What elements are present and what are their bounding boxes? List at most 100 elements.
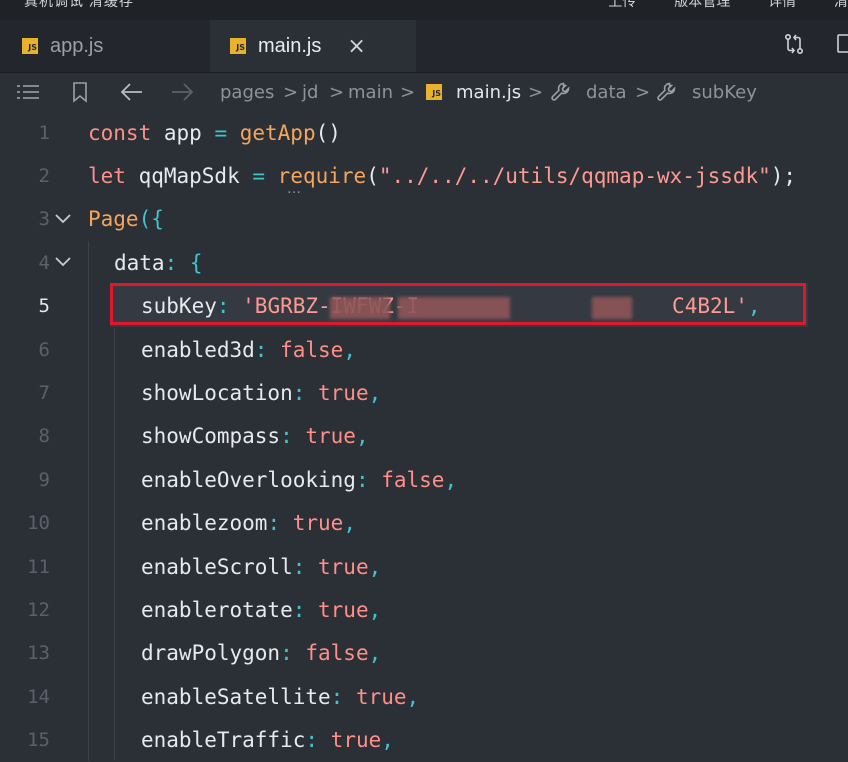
breadcrumb-separator: >: [283, 81, 299, 103]
line-number: 12: [27, 599, 50, 622]
code-line[interactable]: 15 enableTraffic: true,: [0, 719, 848, 762]
code-token: ,: [381, 728, 394, 753]
code-text: enablerotate: true,: [141, 598, 381, 622]
code-token: enablezoom: [141, 511, 268, 536]
code-token: :: [280, 424, 306, 449]
chevron-down-icon[interactable]: [54, 206, 72, 230]
window-titlebar: 真机调试 清缓存 上传 版本管理 详情 清: [0, 0, 848, 20]
code-line[interactable]: 8 showCompass: true,: [0, 415, 848, 458]
code-line[interactable]: 12 enablerotate: true,: [0, 588, 848, 631]
breadcrumb-item-data[interactable]: data: [586, 73, 627, 111]
line-number: 10: [27, 512, 50, 535]
list-icon[interactable]: [16, 73, 40, 111]
code-token: Page: [88, 207, 139, 232]
clear-menu[interactable]: 清: [834, 0, 848, 9]
arrow-right-icon[interactable]: [170, 73, 194, 111]
code-line[interactable]: 2 let qqMapSdk = require("../../../utils/…: [0, 154, 848, 197]
line-number: 6: [38, 338, 50, 361]
code-token: :: [305, 728, 331, 753]
code-token: true: [355, 684, 407, 709]
code-line[interactable]: 9 enableOverlooking: false,: [0, 458, 848, 501]
code-token: :: [292, 598, 319, 623]
code-token: true: [318, 554, 369, 579]
editor-tab-bar: JS app.js JS main.js ×: [0, 20, 848, 73]
code-line[interactable]: 11 enableScroll: true,: [0, 545, 848, 588]
code-line[interactable]: 4 data: {: [0, 241, 848, 284]
code-line[interactable]: 14 enableSatellite: true,: [0, 675, 848, 718]
line-number: 15: [27, 729, 50, 752]
code-token: "../../../utils/qqmap-wx-jssdk": [378, 164, 771, 189]
line-number: 13: [27, 642, 50, 665]
code-token: ,: [355, 424, 369, 449]
editor-actions: [782, 20, 848, 72]
tab-app-js[interactable]: JS app.js: [0, 20, 210, 72]
code-editor[interactable]: 1 const app = getApp() 2 let qqMapSdk = req…: [0, 111, 848, 761]
code-token: ,: [343, 337, 356, 362]
hint-dots: …: [287, 181, 302, 197]
tab-main-js[interactable]: JS main.js ×: [210, 20, 416, 72]
code-token: enableOverlooking: [141, 467, 356, 492]
breadcrumb-item-main[interactable]: main: [348, 73, 393, 111]
titlebar-left-text: 真机调试 清缓存: [24, 0, 134, 9]
code-token: true: [330, 728, 382, 753]
code-line[interactable]: 6 enabled3d: false,: [0, 328, 848, 371]
chevron-down-icon[interactable]: [54, 249, 72, 273]
split-editor-icon[interactable]: [836, 32, 848, 61]
code-token: {: [189, 250, 203, 275]
tab-label: app.js: [50, 34, 104, 57]
code-token: getApp: [239, 120, 316, 145]
breadcrumb-item-file[interactable]: main.js: [456, 73, 521, 111]
code-text: drawPolygon: false,: [141, 641, 381, 665]
code-token: enableSatellite: [141, 684, 331, 709]
breadcrumb-item-pages[interactable]: pages: [220, 73, 274, 111]
code-token: :: [280, 641, 306, 666]
code-line[interactable]: 7 showLocation: true,: [0, 371, 848, 414]
close-icon[interactable]: ×: [347, 34, 365, 59]
code-token: );: [770, 164, 797, 189]
code-line[interactable]: 3 Page({: [0, 198, 848, 241]
js-file-icon: JS: [230, 38, 246, 54]
code-text: let qqMapSdk = require("../../../utils/q…: [88, 164, 796, 188]
code-token: drawPolygon: [141, 641, 281, 666]
code-line[interactable]: 1 const app = getApp(): [0, 111, 848, 154]
arrow-left-icon[interactable]: [120, 73, 144, 111]
code-token: :: [254, 337, 281, 362]
breadcrumb-item-jd[interactable]: jd: [302, 73, 318, 111]
bookmark-icon[interactable]: [72, 73, 88, 111]
breadcrumb-separator: >: [329, 81, 345, 103]
annotation-highlight-box: [110, 283, 806, 325]
code-token: ,: [406, 684, 420, 709]
breadcrumb: pages > jd > main > JS main.js > data > …: [0, 73, 848, 111]
code-token: :: [292, 381, 319, 406]
code-token: false: [280, 337, 344, 362]
line-number: 8: [38, 425, 50, 448]
git-compare-icon[interactable]: [782, 32, 806, 61]
line-number: 1: [38, 121, 50, 144]
code-token: ({: [138, 207, 164, 232]
breadcrumb-item-subkey[interactable]: subKey: [692, 73, 757, 111]
code-token: qqMapSdk: [138, 164, 253, 189]
titlebar-right-menu: 上传 版本管理 详情 清: [574, 0, 848, 11]
version-menu[interactable]: 版本管理: [674, 0, 730, 9]
code-token: let: [88, 164, 139, 189]
breadcrumb-separator: >: [635, 81, 651, 103]
code-token: true: [318, 381, 369, 406]
line-number: 9: [38, 468, 50, 491]
code-line[interactable]: 13 drawPolygon: false,: [0, 632, 848, 675]
code-text: enableSatellite: true,: [141, 685, 419, 709]
code-token: true: [318, 598, 369, 623]
upload-menu[interactable]: 上传: [608, 0, 636, 9]
line-number: 4: [38, 251, 50, 274]
code-token: :: [164, 250, 190, 275]
wrench-icon: [550, 73, 572, 111]
code-line[interactable]: 10 enablezoom: true,: [0, 502, 848, 545]
line-number: 11: [27, 555, 50, 578]
code-text: enableOverlooking: false,: [141, 468, 457, 492]
code-text: enableScroll: true,: [141, 555, 381, 579]
code-token: enablerotate: [141, 598, 293, 623]
line-number: 5: [38, 295, 50, 318]
code-token: enableScroll: [141, 554, 293, 579]
code-token: showLocation: [141, 381, 293, 406]
code-token: true: [292, 511, 344, 536]
details-menu[interactable]: 详情: [768, 0, 796, 9]
